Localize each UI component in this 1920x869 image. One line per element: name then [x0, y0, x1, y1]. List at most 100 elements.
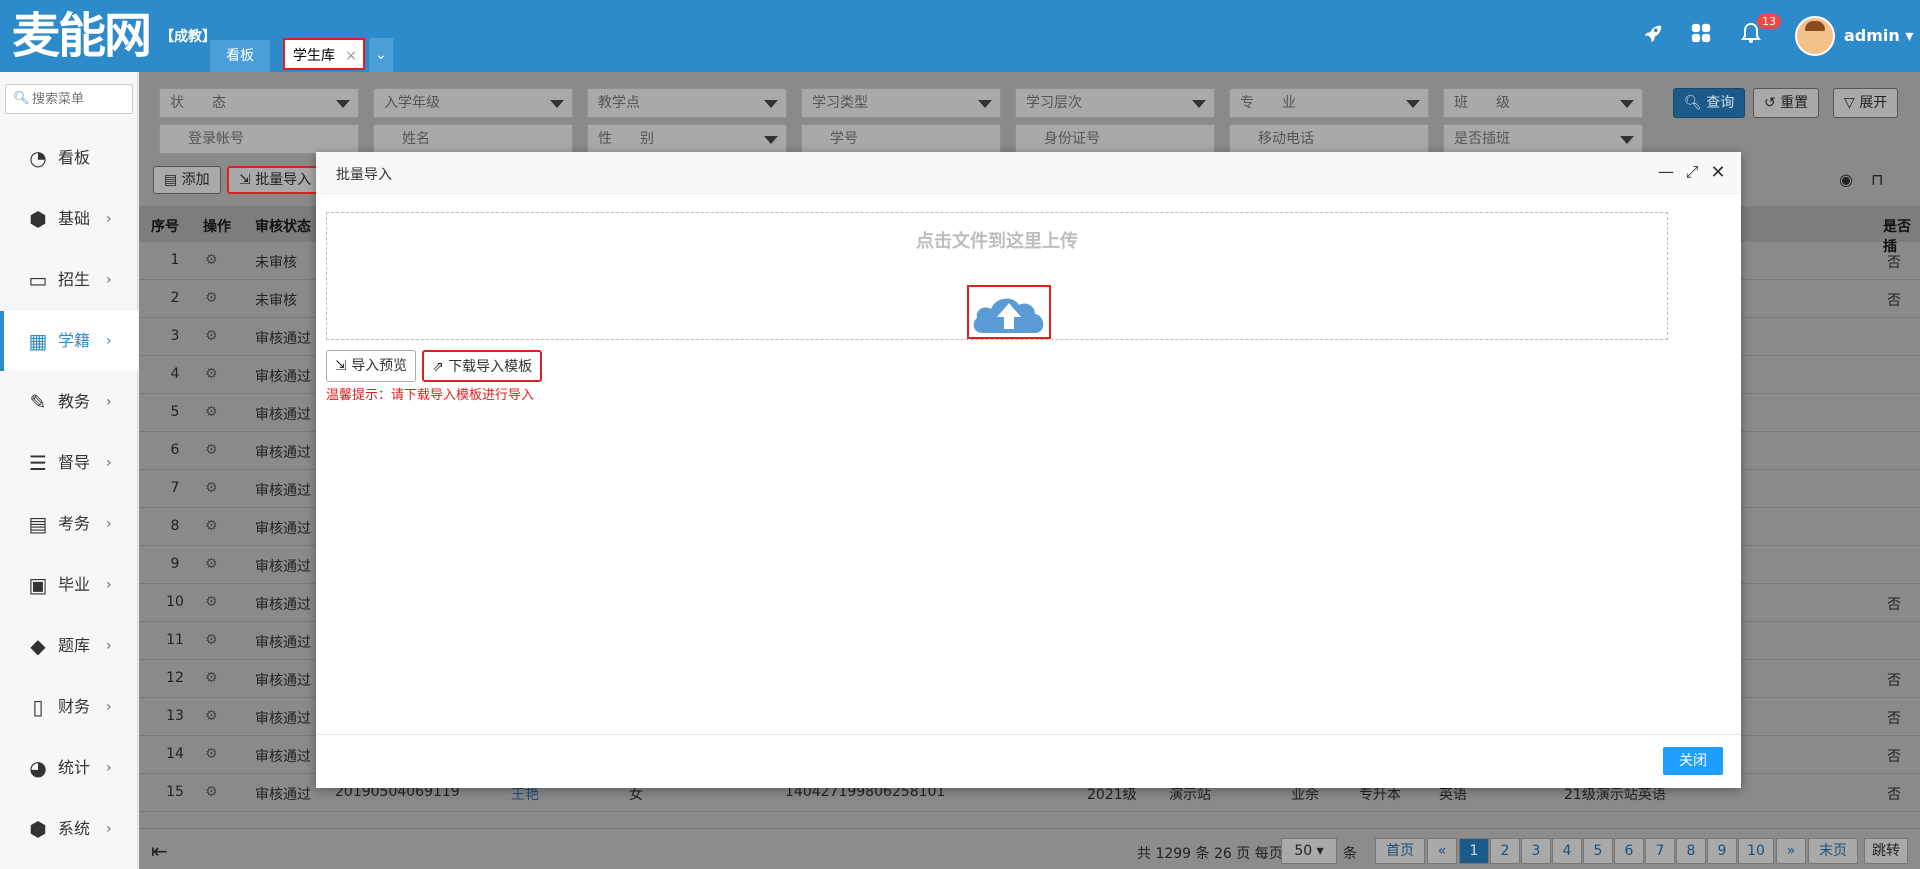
- page-8[interactable]: 8: [1676, 838, 1706, 864]
- minimize-icon[interactable]: —: [1656, 162, 1676, 181]
- filter-id-card[interactable]: 身份证号: [1015, 124, 1215, 154]
- chevron-down-icon[interactable]: ⌄: [369, 38, 393, 72]
- page-2[interactable]: 2: [1490, 838, 1520, 864]
- sidebar-item-dashboard[interactable]: ◔ 看板: [0, 128, 138, 188]
- filter-class[interactable]: 班 级: [1443, 88, 1643, 118]
- tab-student-library[interactable]: 学生库 ×: [283, 38, 365, 70]
- sidebar-item-system[interactable]: ⬢ 系统 ›: [0, 799, 138, 859]
- page-last[interactable]: 末页: [1808, 838, 1858, 864]
- download-template-button[interactable]: ⇗ 下载导入模板: [422, 350, 543, 382]
- upload-dropzone[interactable]: 点击文件到这里上传: [326, 212, 1668, 340]
- search-icon: 🔍︎: [13, 91, 30, 106]
- sidebar: 🔍︎ ◔ 看板 ⬢ 基础 › ▭ 招生 › ▦ 学籍 › ✎ 教务 › ☰ 督导…: [0, 72, 138, 869]
- sidebar-item-exam[interactable]: ▤ 考务 ›: [0, 494, 138, 554]
- collapse-sidebar-icon[interactable]: ⇤: [151, 839, 168, 863]
- query-button[interactable]: 🔍︎ 查询: [1673, 88, 1746, 118]
- filter-status[interactable]: 状 态: [159, 88, 359, 118]
- page-4[interactable]: 4: [1552, 838, 1582, 864]
- page-prev[interactable]: «: [1427, 838, 1457, 864]
- gear-icon[interactable]: ⚙: [205, 746, 218, 762]
- notification-badge: 13: [1757, 14, 1781, 29]
- sidebar-item-basic[interactable]: ⬢ 基础 ›: [0, 189, 138, 249]
- page-first[interactable]: 首页: [1375, 838, 1425, 864]
- expand-button[interactable]: ▽ 展开: [1833, 88, 1899, 118]
- filter-study-level[interactable]: 学习层次: [1015, 88, 1215, 118]
- dialog-title: 批量导入: [336, 167, 392, 183]
- page-3[interactable]: 3: [1521, 838, 1551, 864]
- sidebar-item-enrollment[interactable]: ▭ 招生 ›: [0, 250, 138, 310]
- upload-cloud-icon[interactable]: [967, 285, 1051, 339]
- chevron-right-icon: ›: [106, 455, 112, 471]
- close-icon[interactable]: ×: [345, 40, 357, 72]
- col-header-index: 序号: [151, 219, 179, 235]
- chevron-right-icon: ›: [106, 516, 112, 532]
- sidebar-item-student-status[interactable]: ▦ 学籍 ›: [0, 311, 138, 371]
- filter-name[interactable]: 姓名: [373, 124, 573, 154]
- filter-gender[interactable]: 性 别: [587, 124, 787, 154]
- filter-enroll-year[interactable]: 入学年级: [373, 88, 573, 118]
- sidebar-item-supervision[interactable]: ☰ 督导 ›: [0, 433, 138, 493]
- user-menu[interactable]: admin ▾: [1844, 26, 1913, 45]
- top-header: 麦能网 【成教】 看板 学生库 × ⌄ 13 admin ▾: [0, 0, 1920, 72]
- page-7[interactable]: 7: [1645, 838, 1675, 864]
- filter-transfer[interactable]: 是否插班: [1443, 124, 1643, 154]
- reset-button[interactable]: ↺ 重置: [1753, 88, 1820, 118]
- chevron-right-icon: ›: [106, 821, 112, 837]
- gear-icon[interactable]: ⚙: [205, 442, 218, 458]
- page-5[interactable]: 5: [1583, 838, 1613, 864]
- pagination-summary: 共 1299 条 26 页 每页: [1137, 846, 1283, 862]
- gear-icon[interactable]: ⚙: [205, 518, 218, 534]
- maximize-icon[interactable]: ⤢: [1682, 162, 1702, 182]
- gear-icon[interactable]: ⚙: [205, 556, 218, 572]
- page-10[interactable]: 10: [1738, 838, 1774, 864]
- gear-icon[interactable]: ⚙: [205, 328, 218, 344]
- sidebar-item-finance[interactable]: ▯ 财务 ›: [0, 677, 138, 737]
- page-9[interactable]: 9: [1707, 838, 1737, 864]
- chevron-right-icon: ›: [106, 394, 112, 410]
- filter-login-account[interactable]: 登录帐号: [159, 124, 359, 154]
- sidebar-item-academic[interactable]: ✎ 教务 ›: [0, 372, 138, 432]
- gear-icon[interactable]: ⚙: [205, 632, 218, 648]
- filter-study-type[interactable]: 学习类型: [801, 88, 1001, 118]
- gear-icon[interactable]: ⚙: [205, 366, 218, 382]
- avatar[interactable]: [1795, 16, 1835, 56]
- rocket-icon[interactable]: [1642, 22, 1664, 50]
- import-tip: 温馨提示：请下载导入模板进行导入: [326, 388, 535, 403]
- filter-student-id[interactable]: 学号: [801, 124, 1001, 154]
- page-next[interactable]: »: [1776, 838, 1806, 864]
- sidebar-item-question-bank[interactable]: ◆ 题库 ›: [0, 616, 138, 676]
- menu-search-input[interactable]: [32, 89, 130, 109]
- import-preview-button[interactable]: ⇲ 导入预览: [326, 350, 417, 382]
- close-dialog-button[interactable]: 关闭: [1663, 747, 1723, 775]
- lock-icon[interactable]: ⊓: [1871, 170, 1883, 189]
- gauge-icon: ◕: [29, 756, 47, 780]
- gear-icon[interactable]: ⚙: [205, 670, 218, 686]
- per-page-select[interactable]: 50 ▾: [1281, 838, 1337, 864]
- sidebar-item-statistics[interactable]: ◕ 统计 ›: [0, 738, 138, 798]
- chevron-right-icon: ›: [106, 577, 112, 593]
- page-1[interactable]: 1: [1459, 838, 1489, 864]
- sidebar-item-graduation[interactable]: ▣ 毕业 ›: [0, 555, 138, 615]
- eye-icon[interactable]: ◉: [1839, 170, 1853, 189]
- app-logo-subtitle: 【成教】: [160, 29, 216, 45]
- gear-icon[interactable]: ⚙: [205, 784, 218, 800]
- gear-icon[interactable]: ⚙: [205, 480, 218, 496]
- gear-icon[interactable]: ⚙: [205, 594, 218, 610]
- dropzone-text: 点击文件到这里上传: [916, 231, 1078, 252]
- apps-grid-icon[interactable]: [1690, 22, 1712, 50]
- batch-import-dialog: 批量导入 — ⤢ ✕ 点击文件到这里上传 ⇲ 导入预览 ⇗ 下载导入模板 温馨提…: [316, 152, 1741, 788]
- batch-import-button[interactable]: ⇲ 批量导入: [227, 166, 324, 194]
- gear-icon[interactable]: ⚙: [205, 252, 218, 268]
- gear-icon[interactable]: ⚙: [205, 404, 218, 420]
- menu-search[interactable]: 🔍︎: [5, 84, 133, 114]
- gear-icon[interactable]: ⚙: [205, 290, 218, 306]
- filter-major[interactable]: 专 业: [1229, 88, 1429, 118]
- filter-mobile[interactable]: 移动电话: [1229, 124, 1429, 154]
- close-icon[interactable]: ✕: [1708, 162, 1728, 183]
- page-6[interactable]: 6: [1614, 838, 1644, 864]
- filter-teaching-site[interactable]: 教学点: [587, 88, 787, 118]
- gear-icon[interactable]: ⚙: [205, 708, 218, 724]
- add-button[interactable]: ▤ 添加: [153, 166, 221, 194]
- page-jump[interactable]: 跳转: [1864, 838, 1908, 864]
- tab-board[interactable]: 看板: [210, 40, 270, 72]
